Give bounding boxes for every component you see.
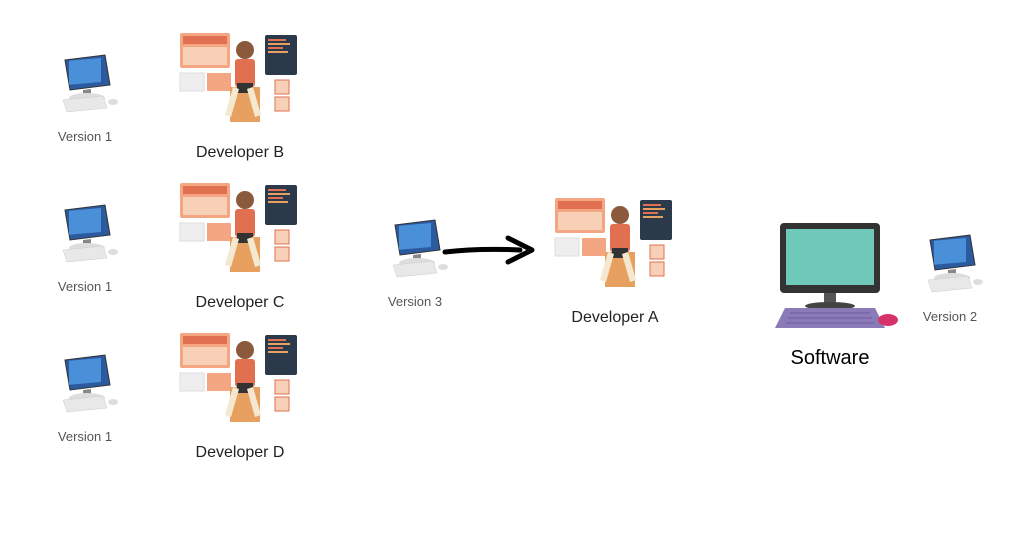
version-1-pc-bottom: Version 1 bbox=[40, 350, 130, 460]
version-label: Version 1 bbox=[40, 129, 130, 144]
arrow-icon bbox=[440, 230, 540, 270]
version-label: Version 3 bbox=[370, 294, 460, 309]
developer-b: Developer B bbox=[170, 25, 310, 162]
developer-d: Developer D bbox=[170, 325, 310, 462]
version-1-pc-middle: Version 1 bbox=[40, 200, 130, 310]
software-computer-icon bbox=[760, 218, 900, 338]
developer-label: Developer B bbox=[170, 144, 310, 162]
version-label: Version 1 bbox=[40, 279, 130, 294]
developer-illustration-icon bbox=[175, 25, 305, 135]
developer-label: Developer A bbox=[545, 309, 685, 327]
developer-illustration-icon bbox=[175, 325, 305, 435]
developer-a: Developer A bbox=[545, 190, 685, 327]
computer-icon bbox=[50, 50, 120, 120]
computer-icon bbox=[50, 200, 120, 270]
computer-icon bbox=[915, 230, 985, 300]
developer-label: Developer D bbox=[170, 444, 310, 462]
arrow-right bbox=[440, 230, 540, 275]
software-computer: Software bbox=[760, 218, 900, 370]
computer-icon bbox=[50, 350, 120, 420]
software-label: Software bbox=[760, 347, 900, 370]
version-label: Version 1 bbox=[40, 429, 130, 444]
version-label: Version 2 bbox=[905, 309, 995, 324]
developer-c: Developer C bbox=[170, 175, 310, 312]
developer-illustration-icon bbox=[550, 190, 680, 300]
developer-illustration-icon bbox=[175, 175, 305, 285]
version-1-pc-top: Version 1 bbox=[40, 50, 130, 160]
developer-label: Developer C bbox=[170, 294, 310, 312]
version-2-pc: Version 2 bbox=[905, 230, 995, 340]
